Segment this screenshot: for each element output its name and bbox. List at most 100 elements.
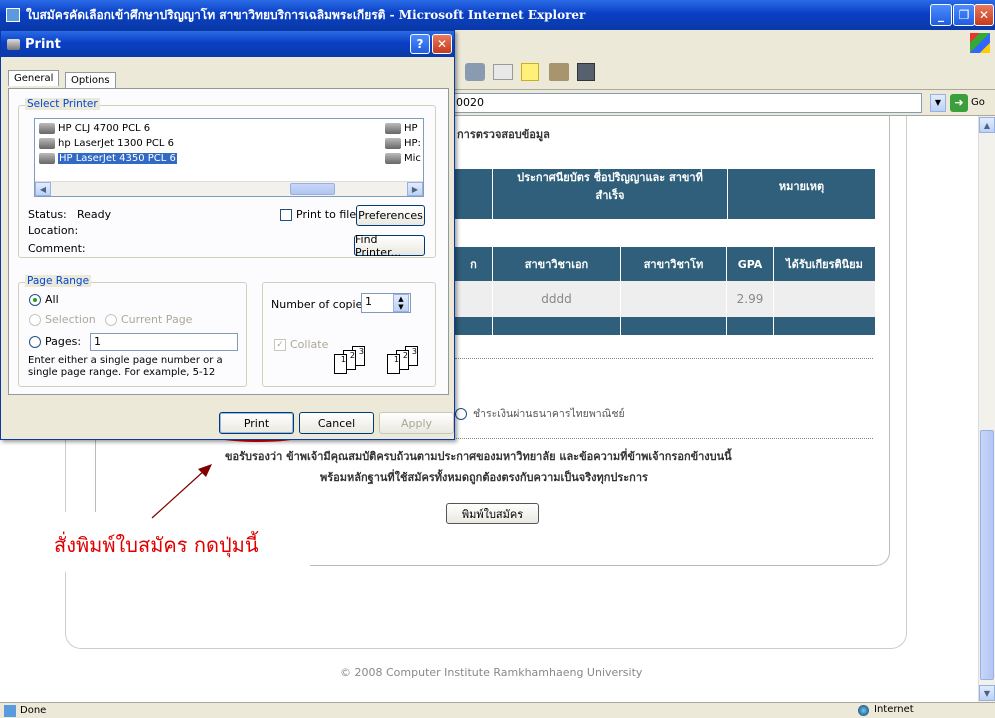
tab-options[interactable]: Options [65, 72, 116, 88]
row-honors [774, 281, 875, 317]
radio-icon[interactable] [29, 293, 41, 306]
collate-stack-icon: 3 2 1 [387, 346, 432, 374]
select-printer-label: Select Printer [25, 98, 100, 110]
status-value: Ready [77, 208, 112, 221]
horizontal-scrollbar[interactable]: ◀ ▶ [35, 181, 423, 196]
payment-option-label: ชำระเงินผ่านธนาคารไทยพาณิชย์ [473, 408, 625, 420]
radio-icon [105, 313, 117, 326]
go-arrow-icon[interactable]: ➜ [950, 94, 968, 112]
find-printer-button[interactable]: Find Printer... [354, 233, 425, 259]
discuss-icon[interactable] [521, 63, 539, 81]
print-dialog: Print ? ✕ General Options Select Printer… [0, 30, 455, 440]
list-item-selected[interactable]: HP LaserJet 4350 PCL 6 [39, 151, 177, 165]
dialog-title: Print [25, 36, 61, 52]
separator [455, 358, 873, 359]
range-selection-radio: Selection [29, 313, 96, 326]
table1-header: ประกาศนียบัตร ชื่อปริญญาและ สาขาที่สำเร็… [455, 169, 875, 203]
scroll-left-icon[interactable]: ◀ [35, 182, 51, 196]
printer-title-icon [7, 38, 20, 50]
collate-stack-icon: 3 2 1 [334, 346, 379, 374]
help-icon[interactable]: ? [410, 34, 430, 54]
radio-icon[interactable] [29, 335, 41, 348]
annotation-text: สั่งพิมพ์ใบสมัคร กดปุ่มนี้ [54, 533, 259, 557]
page-done-icon [4, 704, 16, 717]
page-footer: © 2008 Computer Institute Ramkhamhaeng U… [340, 666, 643, 679]
payment-option[interactable]: ชำระเงินผ่านธนาคารไทยพาณิชย์ [455, 405, 625, 422]
internet-zone-icon [858, 705, 869, 716]
restore-button[interactable]: ❐ [953, 4, 975, 26]
dialog-title-bar: Print [1, 31, 454, 57]
collate-checkbox: ✓ Collate [274, 338, 328, 351]
print-button[interactable]: Print [219, 412, 294, 434]
cancel-button[interactable]: Cancel [299, 412, 374, 434]
page-range-label: Page Range [25, 275, 92, 287]
windows-logo-icon [970, 33, 990, 53]
row-gpa: 2.99 [727, 281, 774, 317]
table2-col-minor: สาขาวิชาโท [621, 247, 727, 281]
printer-icon [385, 122, 401, 134]
printer-icon [39, 122, 55, 134]
print-to-file-checkbox[interactable]: Print to file [280, 208, 356, 221]
printer-icon [385, 137, 401, 149]
list-item[interactable]: HP: [385, 136, 421, 150]
preferences-button[interactable]: Preferences [356, 205, 425, 226]
verify-heading: การตรวจสอบข้อมูล [457, 128, 550, 141]
messenger-icon[interactable] [577, 63, 595, 81]
printer-icon [39, 137, 55, 149]
table1-col2: หมายเหตุ [728, 169, 875, 203]
table2-header: ก สาขาวิชาเอก สาขาวิชาโท GPA ได้รับเกียร… [455, 247, 875, 281]
scroll-thumb[interactable] [290, 183, 335, 195]
range-all-radio[interactable]: All [29, 293, 59, 306]
table2-footer [455, 317, 875, 335]
print-form-button[interactable]: พิมพ์ใบสมัคร [446, 503, 539, 524]
dialog-close-button[interactable]: ✕ [432, 34, 452, 54]
ie-app-icon [6, 8, 20, 22]
scroll-thumb[interactable] [980, 430, 994, 680]
copies-label: Number of copies: [271, 298, 372, 311]
table1-col1: ประกาศนียบัตร ชื่อปริญญาและ สาขาที่สำเร็… [493, 169, 728, 203]
range-pages-radio[interactable]: Pages: [29, 335, 81, 348]
table2-col-major: สาขาวิชาเอก [493, 247, 621, 281]
comment-label: Comment: [28, 242, 86, 255]
copies-spinner-icon[interactable]: ▲ ▼ [393, 294, 409, 312]
list-item[interactable]: HP [385, 121, 418, 135]
close-window-button[interactable]: ✕ [974, 4, 994, 26]
printer-icon [39, 152, 55, 164]
radio-icon [29, 313, 41, 326]
tab-general[interactable]: General [8, 70, 60, 86]
go-label[interactable]: Go [971, 97, 985, 108]
window-title: ใบสมัครคัดเลือกเข้าศึกษาปริญญาโท สาขาวิท… [26, 7, 586, 22]
list-item[interactable]: Mic [385, 151, 421, 165]
table2-col-gpa: GPA [727, 247, 774, 281]
print-icon[interactable] [465, 63, 485, 81]
edit-icon[interactable] [493, 64, 513, 80]
table-row: dddd 2.99 [455, 281, 875, 317]
row-major: dddd [493, 281, 621, 317]
payment-radio[interactable] [455, 407, 467, 420]
zone-label: Internet [874, 704, 914, 715]
printer-list[interactable]: HP CLJ 4700 PCL 6 hp LaserJet 1300 PCL 6… [34, 118, 424, 197]
table2-col0: ก [455, 247, 493, 281]
checkbox-icon[interactable] [280, 208, 292, 221]
pages-input[interactable]: 1 [90, 333, 238, 351]
row-minor [621, 281, 727, 317]
checkbox-icon: ✓ [274, 338, 286, 351]
status-bar: Done [0, 702, 995, 718]
table1-col0 [455, 169, 493, 203]
ie-title-bar: ใบสมัครคัดเลือกเข้าศึกษาปริญญาโท สาขาวิท… [0, 0, 995, 30]
research-icon[interactable] [549, 63, 569, 81]
status-label: Status: [28, 208, 67, 221]
apply-button: Apply [379, 412, 454, 434]
address-field[interactable]: 0020 [452, 93, 922, 113]
scroll-right-icon[interactable]: ▶ [407, 182, 423, 196]
scroll-down-icon[interactable]: ▼ [979, 685, 995, 701]
location-label: Location: [28, 224, 79, 237]
scroll-up-icon[interactable]: ▲ [979, 117, 995, 133]
list-item[interactable]: hp LaserJet 1300 PCL 6 [39, 136, 174, 150]
printer-icon [385, 152, 401, 164]
table1-footer [455, 203, 875, 219]
list-item[interactable]: HP CLJ 4700 PCL 6 [39, 121, 150, 135]
range-current-radio: Current Page [105, 313, 192, 326]
address-dropdown-icon[interactable]: ▼ [930, 94, 946, 112]
minimize-button[interactable]: _ [930, 4, 952, 26]
